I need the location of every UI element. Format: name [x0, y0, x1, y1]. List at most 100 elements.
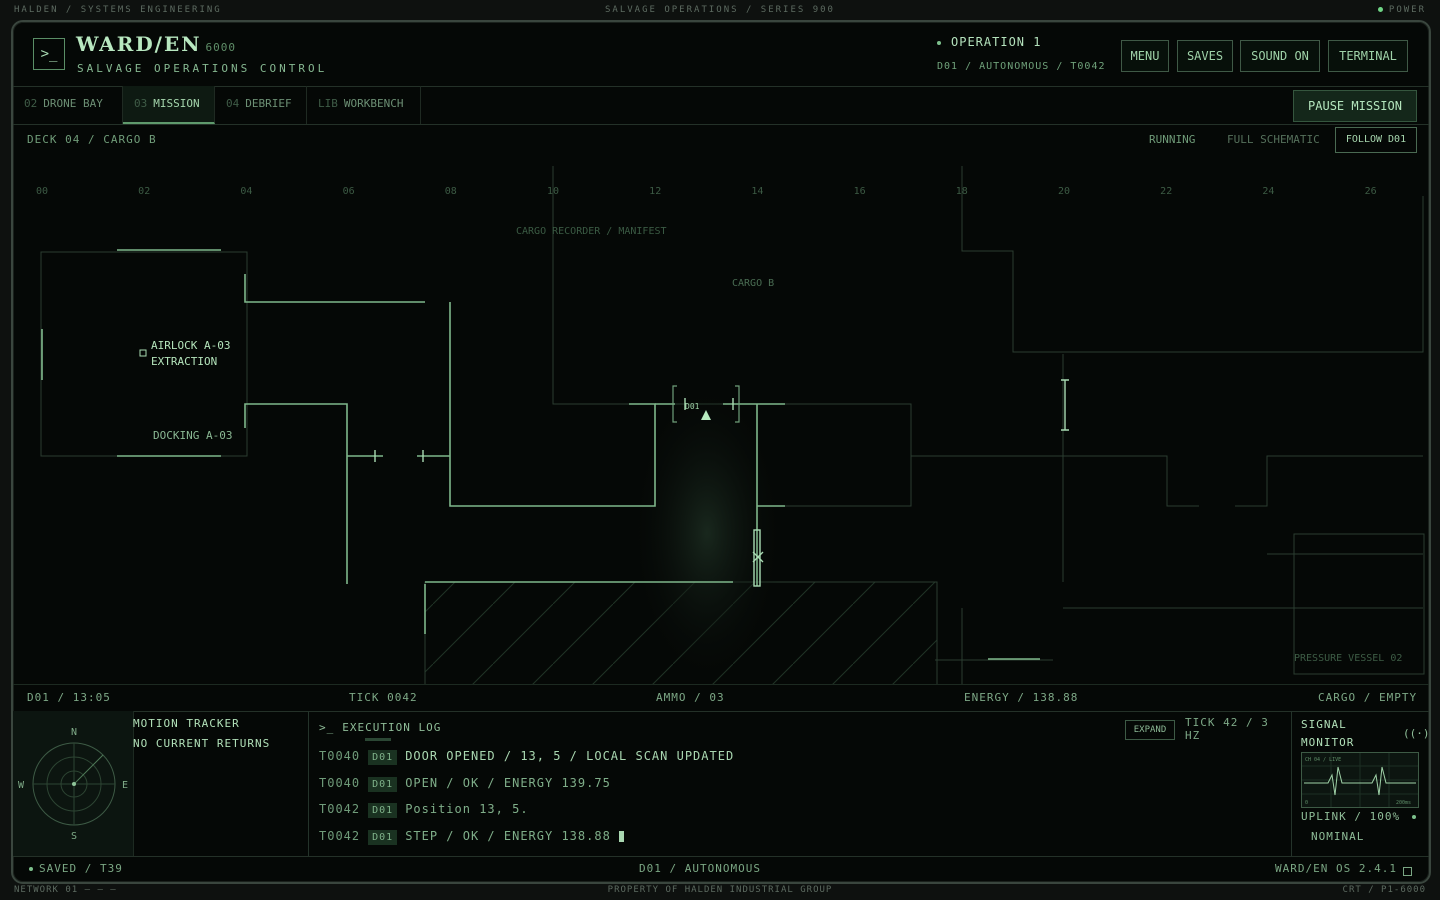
- log-entry-message: DOOR OPENED / 13, 5 / LOCAL SCAN UPDATED: [405, 749, 735, 763]
- status-strip: D01 / 13:05 TICK 0042 AMMO / 03 ENERGY /…: [13, 684, 1429, 712]
- signal-title-1: SIGNAL: [1301, 718, 1347, 731]
- save-status-label: SAVED / T39: [39, 862, 123, 875]
- log-entry-message: Position 13, 5.: [405, 802, 529, 816]
- drone-label: D01: [685, 402, 700, 411]
- motion-tracker-panel: MOTION TRACKER NO CURRENT RETURNS: [133, 711, 309, 856]
- log-entry-drone: D01: [368, 803, 398, 818]
- log-entry-tick: T0042: [319, 829, 361, 843]
- execution-log-panel: >_ EXECUTION LOG EXPAND TICK 42 / 3 HZ T0…: [309, 711, 1292, 856]
- log-entry-drone: D01: [368, 777, 398, 792]
- power-label: POWER: [1388, 5, 1426, 15]
- top-center-caption: SALVAGE OPERATIONS / SERIES 900: [605, 5, 835, 15]
- extraction-label: EXTRACTION: [151, 355, 217, 368]
- crt-frame: >_ WARD/EN 6000 SALVAGE OPERATIONS CONTRO…: [11, 20, 1431, 884]
- cargo-readout: CARGO / EMPTY: [1318, 691, 1418, 704]
- power-indicator: POWER: [1377, 5, 1426, 15]
- log-entry-drone: D01: [368, 830, 398, 845]
- tick-counter: TICK 0042: [349, 691, 418, 704]
- radar-panel: N S E W: [13, 711, 134, 856]
- save-status: SAVED / T39: [29, 862, 123, 875]
- cargo-recorder-label: CARGO RECORDER / MANIFEST: [516, 226, 667, 237]
- log-expand-button[interactable]: EXPAND: [1125, 720, 1175, 740]
- window-square-icon[interactable]: [1403, 867, 1412, 876]
- menu-button[interactable]: MENU: [1121, 40, 1169, 72]
- tab-mission[interactable]: 03 MISSION: [123, 86, 215, 124]
- airlock-label: AIRLOCK A-03: [151, 339, 230, 352]
- docking-label: DOCKING A-03: [153, 429, 232, 442]
- tab-debrief[interactable]: 04 DEBRIEF: [215, 86, 307, 124]
- footer-mode: D01 / AUTONOMOUS: [639, 862, 761, 875]
- log-entry: T0040 D01 DOOR OPENED / 13, 5 / LOCAL SCAN…: [319, 749, 734, 765]
- operation-subtitle: D01 / AUTONOMOUS / T0042: [937, 61, 1106, 72]
- terminal-button[interactable]: TERMINAL: [1328, 40, 1408, 72]
- tab-number: 02: [24, 97, 38, 110]
- log-entry-tick: T0040: [319, 776, 361, 790]
- broadcast-icon: ((·)): [1403, 727, 1430, 740]
- power-led-icon: [1377, 7, 1383, 12]
- app-footer: SAVED / T39 D01 / AUTONOMOUS WARD/EN OS …: [13, 856, 1429, 882]
- log-entry: T0042 D01 STEP / OK / ENERGY 138.88: [319, 829, 625, 845]
- scan-glow: [629, 378, 785, 684]
- brand-number: 6000: [205, 41, 236, 54]
- ruler-tick-label: 08: [445, 186, 457, 197]
- text-cursor-icon: [619, 831, 625, 842]
- cargo-b-label: CARGO B: [732, 278, 774, 289]
- waveform-icon: CH 04 / LIVE 0 200ms: [1302, 753, 1418, 807]
- airlock-marker-icon[interactable]: [139, 349, 147, 357]
- tab-label: DEBRIEF: [245, 97, 292, 110]
- tab-label: WORKBENCH: [343, 97, 404, 110]
- deck-schematic[interactable]: DECK 04 / CARGO B RUNNING FULL SCHEMATIC…: [13, 124, 1429, 684]
- log-entry-tick: T0042: [319, 802, 361, 816]
- tab-drone-bay[interactable]: 02 DRONE BAY: [13, 86, 123, 124]
- ruler-tick-label: 16: [854, 186, 866, 197]
- os-version: WARD/EN OS 2.4.1: [1275, 862, 1397, 875]
- ruler-tick-label: 24: [1262, 186, 1274, 197]
- ruler-tick-label: 06: [343, 186, 355, 197]
- ammo-readout: AMMO / 03: [656, 691, 725, 704]
- schematic-svg: 00 02 04 06 08 10 12 14 16 18 20 22 24 26: [36, 166, 1425, 684]
- log-entry: T0040 D01 OPEN / OK / ENERGY 139.75: [319, 776, 611, 792]
- ruler-tick-label: 20: [1058, 186, 1070, 197]
- log-underline: [365, 738, 391, 741]
- pressure-vessel-label: PRESSURE VESSEL 02: [1294, 653, 1402, 664]
- operation-title: OPERATION 1: [937, 35, 1041, 49]
- save-status-icon: [29, 867, 33, 871]
- log-entry-tick: T0040: [319, 749, 361, 763]
- scope-max: 200ms: [1396, 800, 1411, 806]
- log-entry-drone: D01: [368, 750, 398, 765]
- signal-scope: CH 04 / LIVE 0 200ms: [1301, 752, 1419, 808]
- tab-number: LIB: [318, 97, 338, 110]
- saves-button[interactable]: SAVES: [1177, 40, 1233, 72]
- compass-west: W: [18, 780, 25, 791]
- log-entry: T0042 D01 Position 13, 5.: [319, 802, 529, 818]
- log-entry-message: STEP / OK / ENERGY 138.88: [405, 829, 611, 843]
- log-prompt-icon: >_: [319, 721, 335, 734]
- crt-model-caption: CRT / P1-6000: [1342, 885, 1426, 895]
- log-header: >_ EXECUTION LOG: [319, 721, 441, 734]
- ruler-tick-label: 26: [1365, 186, 1377, 197]
- log-entry-message: OPEN / OK / ENERGY 139.75: [405, 776, 611, 790]
- uplink-led-icon: [1412, 815, 1416, 819]
- tab-label: DRONE BAY: [43, 97, 103, 110]
- tab-number: 04: [226, 97, 240, 110]
- ruler-tick-label: 14: [751, 186, 763, 197]
- property-caption: PROPERTY OF HALDEN INDUSTRIAL GROUP: [607, 885, 833, 895]
- tab-workbench[interactable]: LIB WORKBENCH: [307, 86, 421, 124]
- motion-tracker-title: MOTION TRACKER: [133, 717, 240, 730]
- nominal-status: NOMINAL: [1311, 830, 1365, 843]
- uplink-readout: UPLINK / 100%: [1301, 810, 1401, 823]
- grid-ruler: 00 02 04 06 08 10 12 14 16 18 20 22 24 26: [36, 186, 1377, 197]
- operation-name: OPERATION 1: [951, 35, 1042, 49]
- scope-min: 0: [1305, 800, 1308, 806]
- brand-subtitle: SALVAGE OPERATIONS CONTROL: [77, 62, 328, 75]
- signal-title-2: MONITOR: [1301, 736, 1355, 749]
- pause-mission-button[interactable]: PAUSE MISSION: [1293, 90, 1417, 122]
- sound-toggle-button[interactable]: SOUND ON: [1240, 40, 1320, 72]
- ruler-tick-label: 12: [649, 186, 661, 197]
- operation-status-icon: [937, 40, 941, 45]
- scope-tag: CH 04 / LIVE: [1305, 757, 1341, 763]
- compass-east: E: [122, 780, 128, 791]
- tab-number: 03: [134, 97, 148, 110]
- tab-label: MISSION: [153, 97, 200, 110]
- bottom-panels: N S E W MOTION TRACKER NO CURRENT RETURN…: [13, 711, 1429, 856]
